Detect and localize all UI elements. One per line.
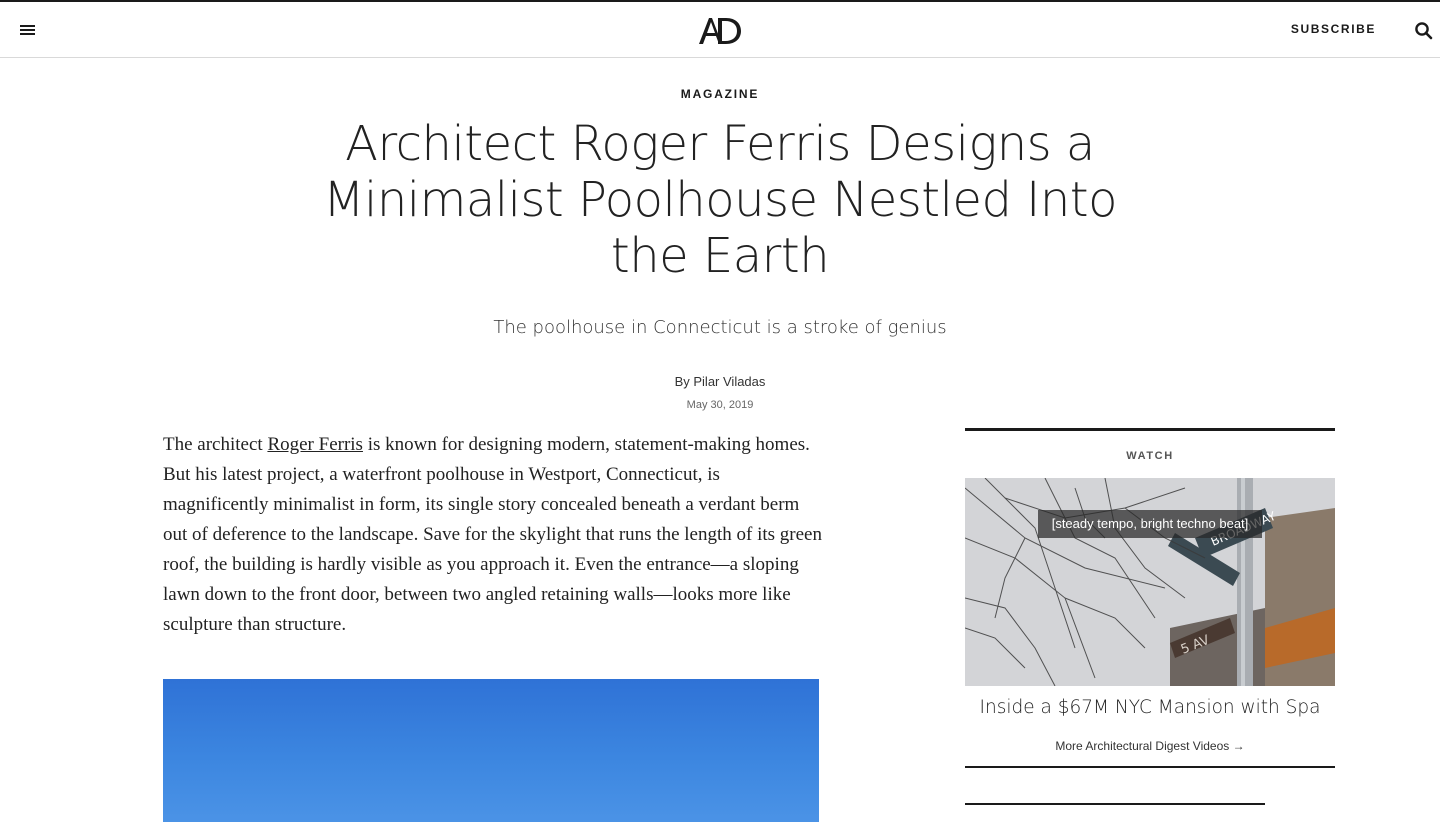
article-hero-image	[163, 679, 819, 822]
author-link[interactable]: Pilar Viladas	[693, 374, 765, 389]
sidebar-divider	[965, 803, 1265, 805]
article-body-paragraph: The architect Roger Ferris is known for …	[163, 430, 823, 640]
subscribe-link[interactable]: Subscribe	[1291, 22, 1376, 36]
site-header: Subscribe	[0, 2, 1440, 58]
watch-label: Watch	[1126, 450, 1174, 462]
article-headline: Architect Roger Ferris Designs a Minimal…	[323, 116, 1117, 284]
video-title[interactable]: Inside a $67M NYC Mansion with Spa	[965, 697, 1335, 718]
roger-ferris-link[interactable]: Roger Ferris	[267, 434, 363, 455]
search-icon[interactable]	[1414, 21, 1434, 41]
byline: By Pilar Viladas	[0, 374, 1440, 389]
more-videos-link[interactable]: More Architectural Digest Videos →	[965, 739, 1335, 753]
video-player[interactable]: BROADWAY 5 AV [steady tempo, bright tech…	[965, 478, 1335, 686]
byline-prefix: By	[674, 374, 694, 389]
video-caption: [steady tempo, bright techno beat]	[1038, 510, 1262, 538]
article-dek: The poolhouse in Connecticut is a stroke…	[493, 317, 947, 338]
ad-logo-mark	[699, 18, 741, 44]
hamburger-menu-icon[interactable]	[18, 20, 38, 40]
rubric-label[interactable]: Magazine	[0, 87, 1440, 101]
publish-date: May 30, 2019	[686, 399, 754, 411]
watch-module: Watch BROADWAY 5 AV	[965, 428, 1335, 768]
ad-logo[interactable]	[697, 14, 743, 46]
body-rest-text: is known for designing modern, statement…	[163, 434, 822, 635]
body-lead-text: The architect	[163, 434, 268, 455]
